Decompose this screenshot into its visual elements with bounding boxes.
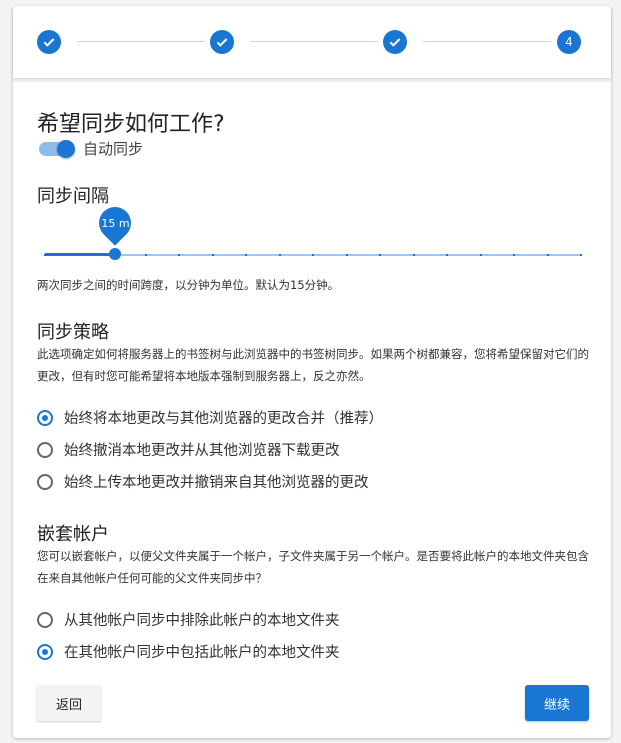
step-2[interactable]: [210, 30, 234, 54]
auto-sync-label: 自动同步: [83, 140, 144, 158]
slider-tick: [446, 254, 448, 256]
slider-tick: [346, 254, 348, 256]
slider-tick: [312, 254, 314, 256]
slider-tick: [580, 254, 582, 256]
option-label: 始终上传本地更改并撤销来自其他浏览器的更改: [64, 475, 369, 491]
radio-checked-icon[interactable]: [37, 643, 53, 660]
step-connector: [77, 41, 205, 42]
slider-tick: [145, 254, 147, 256]
back-button[interactable]: 返回: [37, 685, 101, 721]
nested-option-include[interactable]: 在其他帐户同步中包括此帐户的本地文件夹: [37, 641, 340, 662]
slider-tick: [245, 254, 247, 256]
page-title: 希望同步如何工作?: [37, 112, 225, 137]
radio-unchecked-icon[interactable]: [37, 611, 53, 628]
slider-tick: [480, 254, 482, 256]
check-icon: [216, 38, 228, 47]
toggle-thumb: [57, 140, 75, 158]
slider-tick: [413, 254, 415, 256]
strategy-description: 此选项确定如何将服务器上的书签树与此浏览器中的书签树同步。如果两个树都兼容，您将…: [37, 347, 589, 383]
continue-button[interactable]: 继续: [525, 685, 589, 721]
slider-fill: [45, 253, 115, 256]
step-4-current[interactable]: 4: [557, 30, 581, 54]
strategy-option-merge[interactable]: 始终将本地更改与其他浏览器的更改合并（推荐）: [37, 407, 383, 428]
option-label: 在其他帐户同步中包括此帐户的本地文件夹: [64, 645, 340, 661]
slider-thumb[interactable]: [109, 248, 121, 260]
option-label: 始终撤消本地更改并从其他浏览器下载更改: [64, 443, 340, 459]
stepper: 4: [13, 6, 611, 79]
slider-tick: [279, 254, 281, 256]
nested-option-exclude[interactable]: 从其他帐户同步中排除此帐户的本地文件夹: [37, 609, 340, 630]
interval-title: 同步间隔: [37, 186, 109, 207]
slider-tick: [78, 254, 80, 256]
slider-tick: [513, 254, 515, 256]
option-label: 从其他帐户同步中排除此帐户的本地文件夹: [64, 613, 340, 629]
slider-tick: [379, 254, 381, 256]
interval-help: 两次同步之间的时间跨度，以分钟为单位。默认为15分钟。: [37, 278, 340, 292]
step-connector: [423, 41, 551, 42]
nested-title: 嵌套帐户: [37, 524, 109, 545]
slider-tick: [212, 254, 214, 256]
nested-description: 您可以嵌套帐户，以便父文件夹属于一个帐户，子文件夹属于另一个帐户。是否要将此帐户…: [37, 549, 589, 585]
strategy-title: 同步策略: [37, 322, 109, 343]
step-3[interactable]: [383, 30, 407, 54]
strategy-option-download[interactable]: 始终撤消本地更改并从其他浏览器下载更改: [37, 439, 340, 460]
slider-value-text: 15 m: [100, 216, 130, 230]
step-1[interactable]: [37, 30, 61, 54]
slider-tick: [44, 254, 46, 256]
wizard-card: 4 希望同步如何工作? 自动同步 同步间隔 15 m 两次同步之间的时间跨度，以…: [13, 6, 611, 738]
step-connector: [250, 41, 378, 42]
option-label: 始终将本地更改与其他浏览器的更改合并（推荐）: [64, 411, 383, 427]
radio-unchecked-icon[interactable]: [37, 441, 53, 458]
strategy-option-upload[interactable]: 始终上传本地更改并撤销来自其他浏览器的更改: [37, 471, 369, 492]
slider-tick: [178, 254, 180, 256]
check-icon: [389, 38, 401, 47]
radio-unchecked-icon[interactable]: [37, 473, 53, 490]
auto-sync-toggle[interactable]: [37, 137, 75, 161]
check-icon: [43, 38, 55, 47]
step-number: 4: [565, 35, 573, 49]
slider-tick: [547, 254, 549, 256]
radio-checked-icon[interactable]: [37, 409, 53, 426]
